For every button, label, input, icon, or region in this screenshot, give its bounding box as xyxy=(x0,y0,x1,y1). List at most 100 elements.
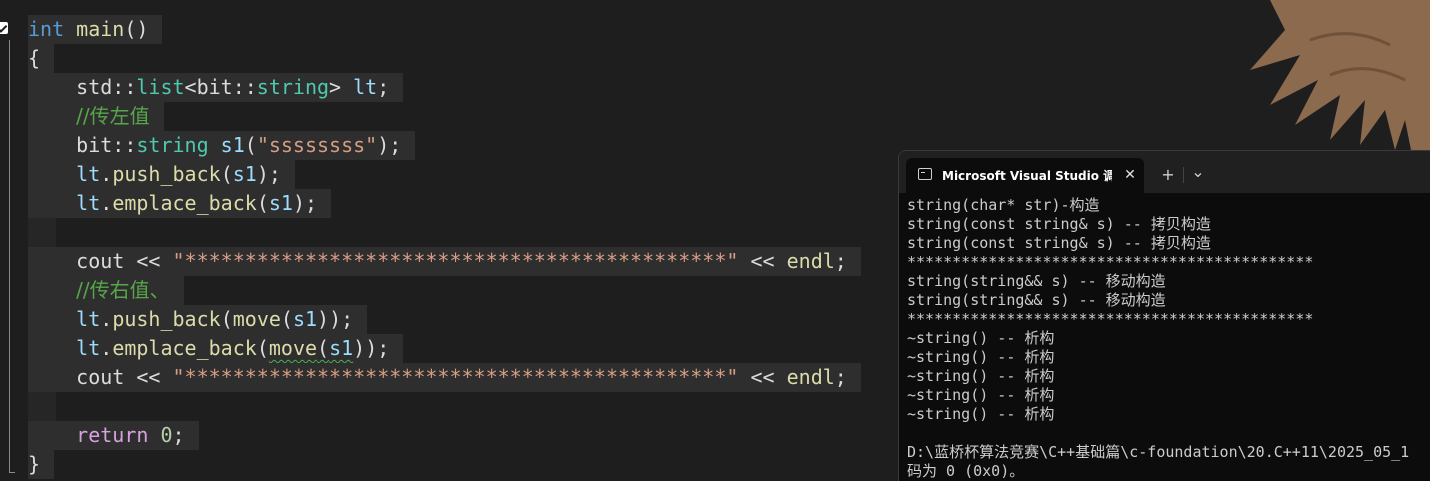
code-token: "***************************************… xyxy=(172,249,739,273)
code-token: 0 xyxy=(160,423,173,447)
breakpoint-check-icon[interactable] xyxy=(0,22,8,34)
code-token: . xyxy=(100,336,113,360)
code-line[interactable] xyxy=(28,392,56,421)
terminal-output-line: 码为 0 (0x0)。 xyxy=(907,462,1025,480)
code-line[interactable]: bit::string s1("ssssssss"); xyxy=(28,131,416,160)
code-token: lt xyxy=(76,191,101,215)
code-token: ; xyxy=(377,75,390,99)
code-token: ( xyxy=(317,336,330,360)
terminal-output-line: ~string() -- 析构 xyxy=(907,405,1055,423)
code-token: ; xyxy=(834,249,847,273)
code-token: return xyxy=(76,423,149,447)
code-token: bit:: xyxy=(28,133,137,157)
code-token: ( xyxy=(280,307,293,331)
terminal-output-line: D:\蓝桥杯算法竞赛\C++基础篇\c-foundation\20.C++11\… xyxy=(907,443,1410,461)
chevron-down-icon[interactable]: ⌄ xyxy=(1188,162,1208,182)
code-line[interactable]: cout << "*******************************… xyxy=(28,247,861,276)
code-token: int xyxy=(28,17,65,41)
fold-guide-line xyxy=(9,40,10,472)
terminal-output[interactable]: string(char* str)-构造 string(const string&… xyxy=(907,196,1430,481)
code-token: > xyxy=(329,75,354,99)
code-token: ); xyxy=(292,191,318,215)
code-editor[interactable]: int main(){ std::list<bit::string> lt; /… xyxy=(0,0,900,480)
code-line[interactable]: { xyxy=(28,44,55,73)
terminal-output-line: string(char* str)-构造 xyxy=(907,196,1100,214)
code-token: lt xyxy=(76,162,101,186)
close-tab-icon[interactable]: ✕ xyxy=(1120,165,1140,185)
code-token: lt xyxy=(76,307,101,331)
code-token: endl xyxy=(786,249,835,273)
code-token: <bit:: xyxy=(184,75,257,99)
terminal-tab-bar: Microsoft Visual Studio 调试控制台 ✕ + ⌄ xyxy=(899,151,1430,193)
code-token: ( xyxy=(220,307,233,331)
code-token: emplace_back xyxy=(112,336,257,360)
code-line[interactable]: lt.emplace_back(move(s1)); xyxy=(28,334,404,363)
code-token: lt xyxy=(76,336,101,360)
code-line[interactable]: lt.push_back(s1); xyxy=(28,160,295,189)
code-line[interactable]: std::list<bit::string> lt; xyxy=(28,73,404,102)
code-token: . xyxy=(100,191,113,215)
code-token: s1 xyxy=(220,133,245,157)
terminal-output-line: string(const string& s) -- 拷贝构造 xyxy=(907,215,1211,233)
code-token: list xyxy=(136,75,185,99)
code-token: { xyxy=(28,46,41,70)
terminal-output-line: ~string() -- 析构 xyxy=(907,348,1055,366)
code-line[interactable]: return 0; xyxy=(28,421,199,450)
code-token: move xyxy=(268,336,318,360)
code-token: . xyxy=(100,162,113,186)
console-icon xyxy=(918,168,932,180)
code-line[interactable]: //传右值、 xyxy=(28,276,184,305)
terminal-output-line: string(string&& s) -- 移动构造 xyxy=(907,291,1166,309)
code-token: push_back xyxy=(112,162,221,186)
code-token: push_back xyxy=(112,307,221,331)
code-token: ); xyxy=(377,133,402,157)
code-token: move xyxy=(232,307,281,331)
code-line[interactable]: } xyxy=(28,450,55,479)
code-token: string xyxy=(256,75,330,99)
terminal-output-line: string(string&& s) -- 移动构造 xyxy=(907,272,1166,290)
code-token: ; xyxy=(172,423,185,447)
code-token: string xyxy=(136,133,209,157)
code-line[interactable] xyxy=(28,218,56,247)
code-token: () xyxy=(124,17,149,41)
code-token: cout << xyxy=(28,249,173,273)
code-token: cout << xyxy=(28,365,173,389)
code-token: std:: xyxy=(28,75,137,99)
terminal-tab-title: Microsoft Visual Studio 调试控制台 xyxy=(942,169,1112,183)
code-line[interactable]: //传左值 xyxy=(28,102,164,131)
code-token: ( xyxy=(256,336,269,360)
code-token: . xyxy=(100,307,113,331)
code-token: s1 xyxy=(268,191,293,215)
terminal-output-line: ~string() -- 析构 xyxy=(907,386,1055,404)
terminal-window[interactable]: Microsoft Visual Studio 调试控制台 ✕ + ⌄ stri… xyxy=(898,150,1430,481)
code-line[interactable]: int main() xyxy=(28,15,163,44)
code-token: s1 xyxy=(329,336,354,360)
code-token: ( xyxy=(220,162,233,186)
code-line[interactable]: lt.push_back(move(s1)); xyxy=(28,305,368,334)
tab-bar-separator xyxy=(1183,167,1184,183)
code-token: s1 xyxy=(232,162,257,186)
code-line[interactable]: cout << "*******************************… xyxy=(28,363,861,392)
fold-guide-end xyxy=(9,472,15,473)
code-token: "***************************************… xyxy=(172,365,739,389)
code-token: } xyxy=(28,452,41,476)
code-line[interactable]: lt.emplace_back(s1); xyxy=(28,189,332,218)
code-token: << xyxy=(738,249,787,273)
new-tab-icon[interactable]: + xyxy=(1158,165,1178,185)
code-token: emplace_back xyxy=(112,191,257,215)
code-token: //传右值、 xyxy=(76,278,170,302)
terminal-tab[interactable]: Microsoft Visual Studio 调试控制台 ✕ xyxy=(906,158,1144,193)
terminal-output-line: ~string() -- 析构 xyxy=(907,329,1055,347)
terminal-output-line: ~string() -- 析构 xyxy=(907,367,1055,385)
terminal-output-line: string(const string& s) -- 拷贝构造 xyxy=(907,234,1211,252)
code-token: "ssssssss" xyxy=(256,133,378,157)
